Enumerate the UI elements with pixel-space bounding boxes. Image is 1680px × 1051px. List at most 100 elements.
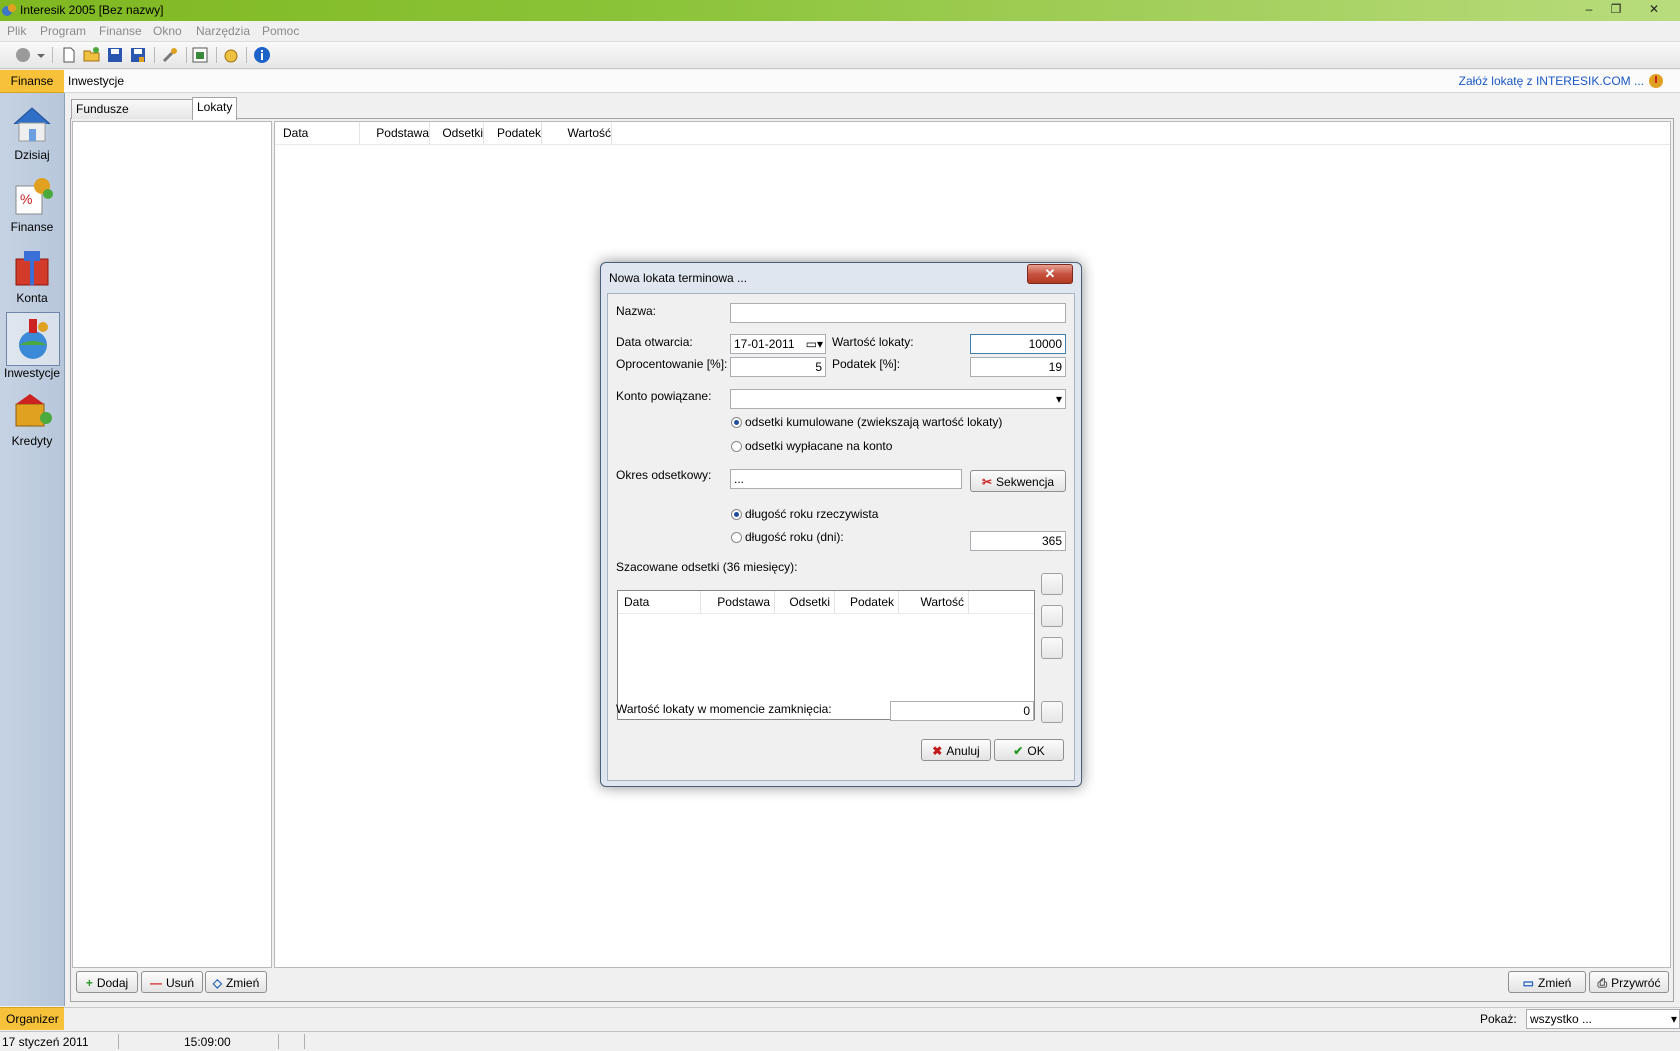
radio-cumulative-label[interactable]: odsetki kumulowane (zwiekszają wartość l… <box>745 415 1002 429</box>
promo-icon[interactable] <box>1648 73 1664 89</box>
sequence-button[interactable]: ✂ Sekwencja <box>970 470 1066 492</box>
deposits-list[interactable] <box>72 121 272 968</box>
menu-program[interactable]: Program <box>40 24 86 38</box>
column-header[interactable]: Podatek <box>491 122 542 144</box>
edit-icon: ▭ <box>1522 976 1534 990</box>
nav-header-finanse[interactable]: Finanse <box>0 70 64 93</box>
period-field[interactable]: ... <box>730 469 962 489</box>
info-icon[interactable] <box>253 46 271 64</box>
restore-button[interactable]: ⎙ Przywróć <box>1589 971 1669 993</box>
period-label: Okres odsetkowy: <box>616 468 712 482</box>
toolbar <box>0 42 1680 69</box>
estimated-label: Szacowane odsetki (36 miesięcy): <box>616 560 798 574</box>
column-header[interactable]: Data <box>624 591 701 613</box>
section-header: Inwestycje Załóż lokatę z INTERESIK.COM … <box>64 70 1680 93</box>
organizer-tab[interactable]: Organizer <box>0 1007 64 1030</box>
nav-item-kredyty[interactable]: Kredyty <box>2 384 62 454</box>
menu-pomoc[interactable]: Pomoc <box>262 24 299 38</box>
column-header[interactable]: Wartość <box>900 591 969 613</box>
deposit-value-label: Wartość lokaty: <box>832 335 914 349</box>
year-days-field[interactable]: 365 <box>970 531 1066 551</box>
record-icon[interactable] <box>14 46 32 64</box>
nav-item-dzisiaj[interactable]: Dzisiaj <box>2 98 62 168</box>
maximize-button[interactable]: ❐ <box>1603 1 1629 18</box>
menu-plik[interactable]: Plik <box>7 24 26 38</box>
radio-paid-to-account[interactable] <box>731 441 742 452</box>
column-header[interactable]: Data <box>283 122 360 144</box>
calendar-dropdown-icon[interactable]: ▭▾ <box>806 335 823 353</box>
dialog-body: Nazwa: Data otwarcia: 17-01-2011 ▭▾ Wart… <box>607 293 1075 781</box>
title-bar: Interesik 2005 [Bez nazwy] – ❐ ✕ <box>0 0 1680 21</box>
status-time: 15:09:00 <box>184 1035 231 1049</box>
column-header[interactable]: Odsetki <box>437 122 484 144</box>
deposit-value-field[interactable]: 10000 <box>970 334 1066 354</box>
nav-item-inwestycje[interactable]: Inwestycje <box>2 312 62 382</box>
column-header[interactable]: Podstawa <box>373 122 430 144</box>
remove-button[interactable]: — Usuń <box>141 971 203 993</box>
accounts-icon <box>15 251 49 286</box>
investments-icon <box>6 312 60 366</box>
account-label: Konto powiązane: <box>616 389 712 403</box>
interest-field[interactable]: 5 <box>730 357 826 377</box>
svg-text:%: % <box>20 191 32 207</box>
side-button-2[interactable] <box>1041 605 1063 627</box>
promo-link[interactable]: Załóż lokatę z INTERESIK.COM ... <box>1459 74 1644 88</box>
cancel-button[interactable]: ✖ Anuluj <box>921 739 991 761</box>
filter-bar: Pokaż: wszystko ... ▾ <box>64 1007 1680 1030</box>
printer-icon: ⎙ <box>1597 976 1608 990</box>
menu-finanse[interactable]: Finanse <box>99 24 142 38</box>
radio-year-days[interactable] <box>731 532 742 543</box>
filter-select[interactable]: wszystko ... ▾ <box>1526 1009 1680 1029</box>
tax-label: Podatek [%]: <box>832 357 901 371</box>
open-folder-icon[interactable] <box>83 46 101 64</box>
column-header[interactable]: Odsetki <box>776 591 835 613</box>
save-as-icon[interactable] <box>129 46 147 64</box>
tools-icon[interactable] <box>161 46 179 64</box>
name-field[interactable] <box>730 303 1066 323</box>
menu-bar: Plik Program Finanse Okno Narzędzia Pomo… <box>0 21 1680 42</box>
radio-year-days-label[interactable]: długość roku (dni): <box>745 530 844 544</box>
chevron-down-icon: ▾ <box>1670 1012 1677 1026</box>
nav-item-konta[interactable]: Konta <box>2 241 62 311</box>
tab-lokaty[interactable]: Lokaty <box>192 97 238 120</box>
dropdown-arrow-icon[interactable] <box>36 46 46 64</box>
close-window-button[interactable]: ✕ <box>1641 1 1667 18</box>
account-select[interactable]: ▾ <box>730 389 1066 409</box>
column-header[interactable]: Podstawa <box>702 591 775 613</box>
tax-field[interactable]: 19 <box>970 357 1066 377</box>
ok-button[interactable]: ✔ OK <box>994 739 1064 761</box>
radio-paid-label[interactable]: odsetki wypłacane na konto <box>745 439 892 453</box>
radio-real-year-label[interactable]: długość roku rzeczywista <box>745 507 878 521</box>
dialog-title: Nowa lokata terminowa ... <box>609 271 748 285</box>
section-title: Inwestycje <box>68 74 125 88</box>
menu-okno[interactable]: Okno <box>153 24 182 38</box>
side-button-3[interactable] <box>1041 637 1063 659</box>
add-button[interactable]: + Dodaj <box>76 971 138 993</box>
new-deposit-dialog: Nowa lokata terminowa ... ✕ Nazwa: Data … <box>600 262 1082 787</box>
report-icon[interactable] <box>191 46 209 64</box>
radio-real-year[interactable] <box>731 509 742 520</box>
tab-fundusze[interactable]: Fundusze inwestycyjne <box>71 99 196 135</box>
nav-item-finanse[interactable]: % Finanse <box>2 170 62 240</box>
change-item-button[interactable]: ▭ Zmień <box>1508 971 1586 993</box>
menu-narzedzia[interactable]: Narzędzia <box>196 24 250 38</box>
hand-icon[interactable] <box>222 46 240 64</box>
column-header[interactable]: Podatek <box>836 591 899 613</box>
closing-value-label: Wartość lokaty w momencie zamknięcia: <box>616 702 832 716</box>
side-button-4[interactable] <box>1041 701 1063 723</box>
column-header[interactable]: Wartość <box>549 122 612 144</box>
save-icon[interactable] <box>106 46 124 64</box>
filter-label: Pokaż: <box>1480 1012 1517 1026</box>
open-date-field[interactable]: 17-01-2011 ▭▾ <box>730 334 826 354</box>
name-label: Nazwa: <box>616 304 657 318</box>
minimize-button[interactable]: – <box>1576 1 1602 18</box>
app-icon <box>2 4 16 16</box>
side-button-1[interactable] <box>1041 573 1063 595</box>
radio-cumulative[interactable] <box>731 417 742 428</box>
dialog-close-button[interactable]: ✕ <box>1027 264 1073 284</box>
status-bar: 17 styczeń 2011 15:09:00 <box>0 1031 1680 1051</box>
closing-value-field[interactable]: 0 <box>890 701 1034 721</box>
diamond-icon: ◇ <box>212 976 222 990</box>
change-button[interactable]: ◇ Zmień <box>205 971 267 993</box>
new-file-icon[interactable] <box>60 46 78 64</box>
